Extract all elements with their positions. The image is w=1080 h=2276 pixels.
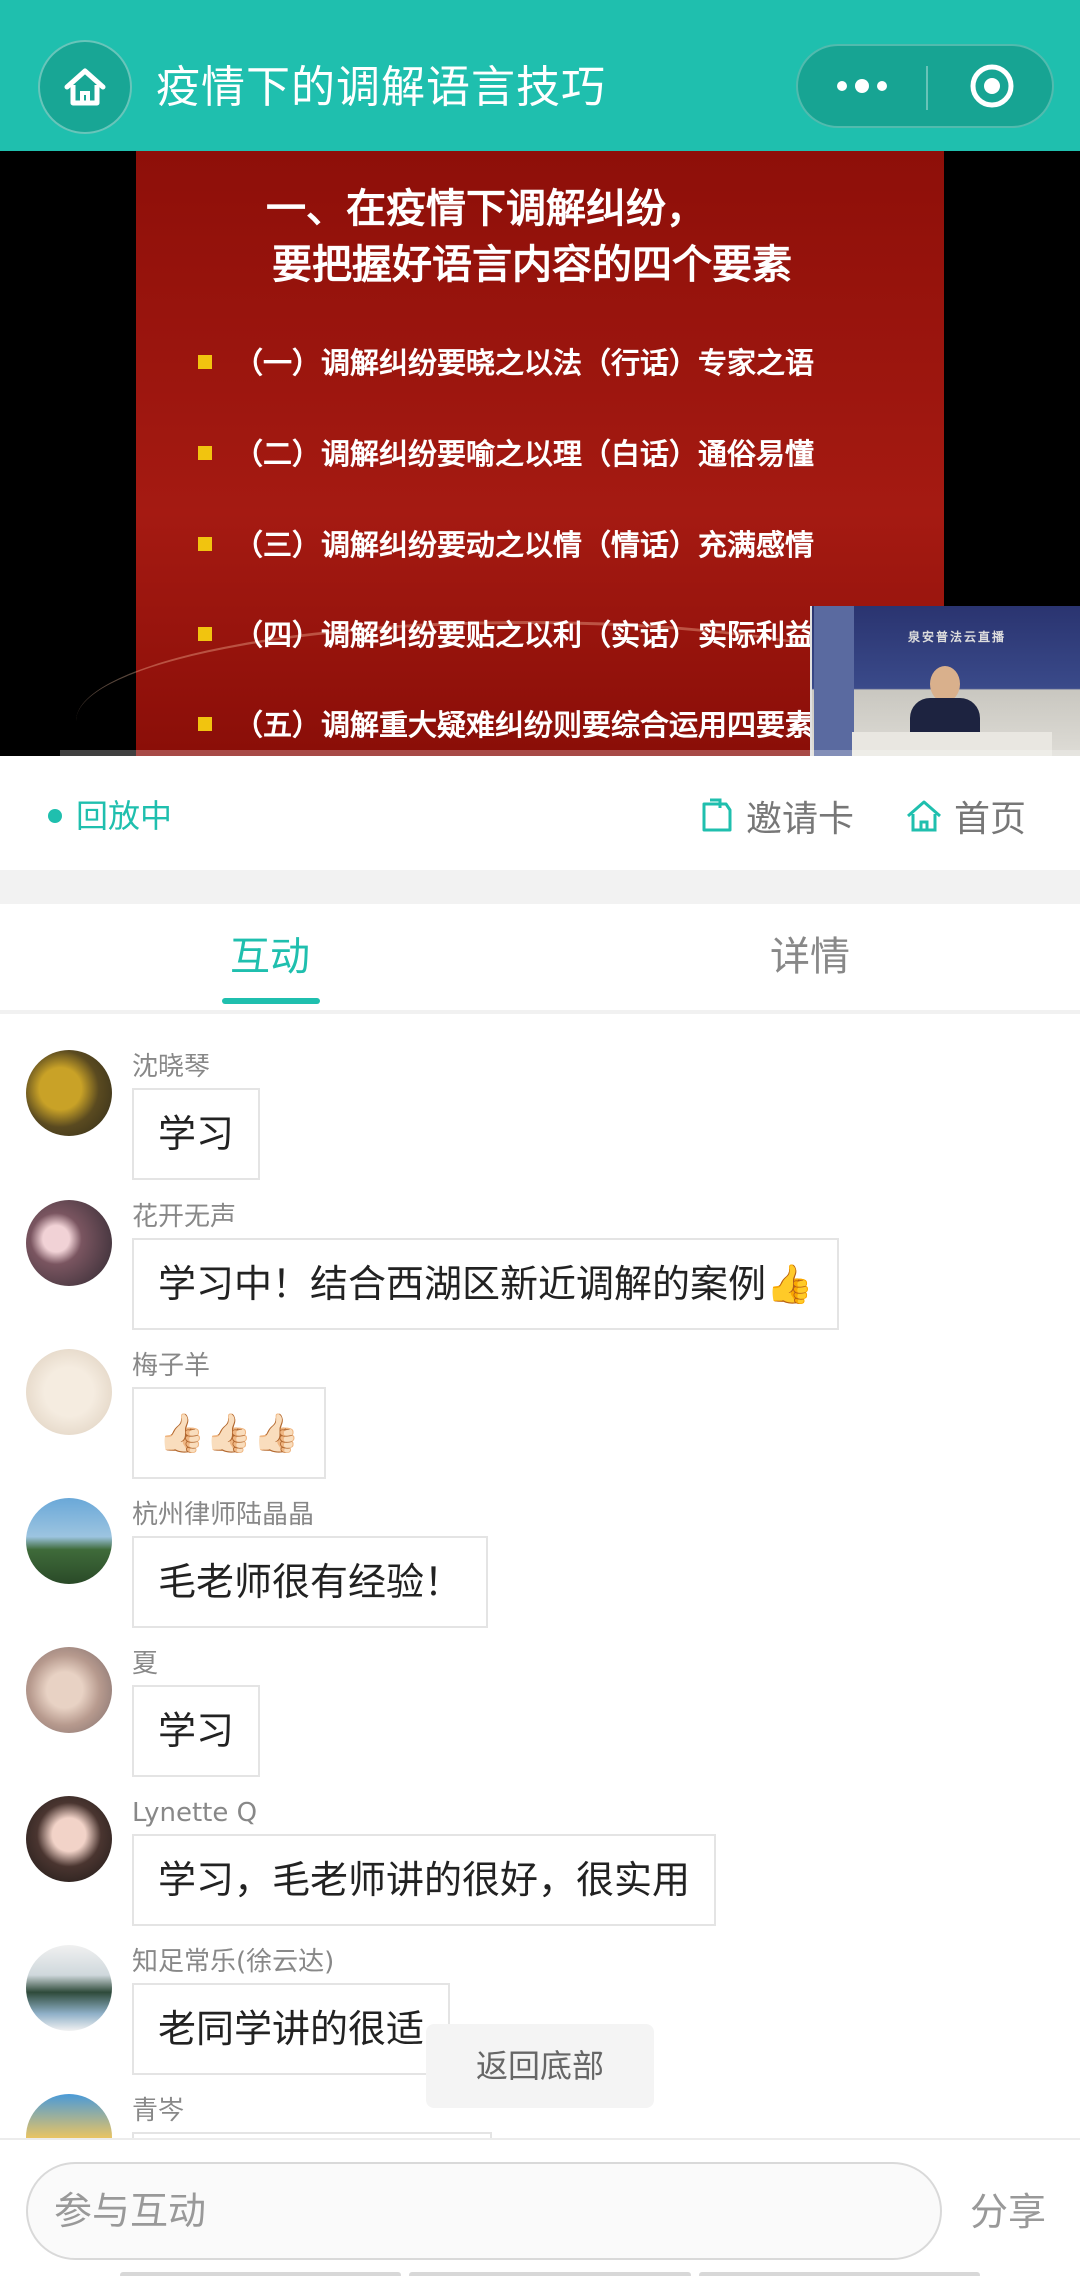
message-bubble: 学习 [132,1088,261,1180]
message-username: 杭州律师陆晶晶 [132,1500,315,1530]
section-divider [0,870,1080,904]
avatar[interactable] [26,1498,112,1584]
message-username: Lynette Q [132,1798,258,1828]
back-to-bottom-button[interactable]: 返回底部 [426,2024,654,2108]
chat-message: 花开无声 学习中！结合西湖区新近调解的案例👍 [0,1168,1080,1330]
invite-card-label: 邀请卡 [746,799,855,840]
bottom-input-bar: 参与互动 分享 [0,2138,1080,2276]
more-dots-icon [837,79,887,93]
pip-caption: 泉安普法云直播 [907,630,1006,644]
flag-decoration [814,606,854,756]
chat-message: 杭州律师陆晶晶 毛老师很有经验！ [0,1466,1080,1628]
tab-interact[interactable]: 互动 [170,904,370,1010]
top-bar: 疫情下的调解语言技巧 [0,0,1080,151]
invite-card-button[interactable]: 邀请卡 [696,786,854,846]
message-username: 夏 [132,1649,159,1679]
avatar[interactable] [26,1647,112,1733]
chat-message-list[interactable]: 沈晓琴 学习 花开无声 学习中！结合西湖区新近调解的案例👍 梅子羊 👍🏻👍🏻👍🏻… [0,1018,1080,2138]
share-button[interactable]: 分享 [970,2184,1046,2240]
message-username: 花开无声 [132,1202,237,1232]
slide-bullet: （一）调解纠纷要晓之以法（行话）专家之语 [198,343,958,383]
slide-bullet: （三）调解纠纷要动之以情（情话）充满感情 [198,525,958,565]
target-close-icon [970,64,1014,108]
comment-input[interactable]: 参与互动 [26,2162,942,2260]
avatar[interactable] [26,1796,112,1882]
slide-bullet: （二）调解纠纷要喻之以理（白话）通俗易懂 [198,434,958,474]
homepage-label: 首页 [954,799,1027,840]
house-icon [907,800,941,832]
homepage-button[interactable]: 首页 [904,786,1026,846]
tab-details[interactable]: 详情 [710,904,910,1010]
message-username: 梅子羊 [132,1351,211,1381]
message-username: 知足常乐(徐云达) [132,1947,335,1977]
bottom-strips [120,2272,980,2276]
chat-message: 梅子羊 👍🏻👍🏻👍🏻 [0,1317,1080,1479]
more-button[interactable] [798,46,926,126]
picture-in-picture-speaker[interactable]: 泉安普法云直播 [810,606,1080,756]
chat-message: 夏 学习 [0,1615,1080,1777]
close-button[interactable] [928,46,1056,126]
avatar[interactable] [26,1945,112,2031]
avatar[interactable] [26,1349,112,1435]
slide-title-line1: 一、在疫情下调解纠纷， [266,185,706,232]
speaker-head [930,666,960,702]
slide-title-line2: 要把握好语言内容的四个要素 [272,241,792,288]
chat-message: 沈晓琴 学习 [0,1018,1080,1180]
tab-bar: 互动 详情 [0,904,1080,1014]
slide-title: 一、在疫情下调解纠纷， 要把握好语言内容的四个要素 [266,181,906,293]
playback-status: 回放中 [76,797,173,835]
playback-dot-icon [48,809,62,823]
avatar[interactable] [26,2094,112,2138]
mini-program-capsule [796,44,1054,128]
avatar[interactable] [26,1200,112,1286]
page-title: 疫情下的调解语言技巧 [156,62,606,113]
home-icon [64,68,106,106]
avatar[interactable] [26,1050,112,1136]
video-player[interactable]: 一、在疫情下调解纠纷， 要把握好语言内容的四个要素 （一）调解纠纷要晓之以法（行… [0,151,1080,756]
chat-message: Lynette Q 学习，毛老师讲的很好，很实用 [0,1764,1080,1926]
message-username: 青岑 [132,2096,185,2126]
active-tab-indicator [222,998,320,1004]
home-button[interactable] [38,40,132,134]
message-username: 沈晓琴 [132,1052,211,1082]
invite-card-icon [702,798,732,832]
